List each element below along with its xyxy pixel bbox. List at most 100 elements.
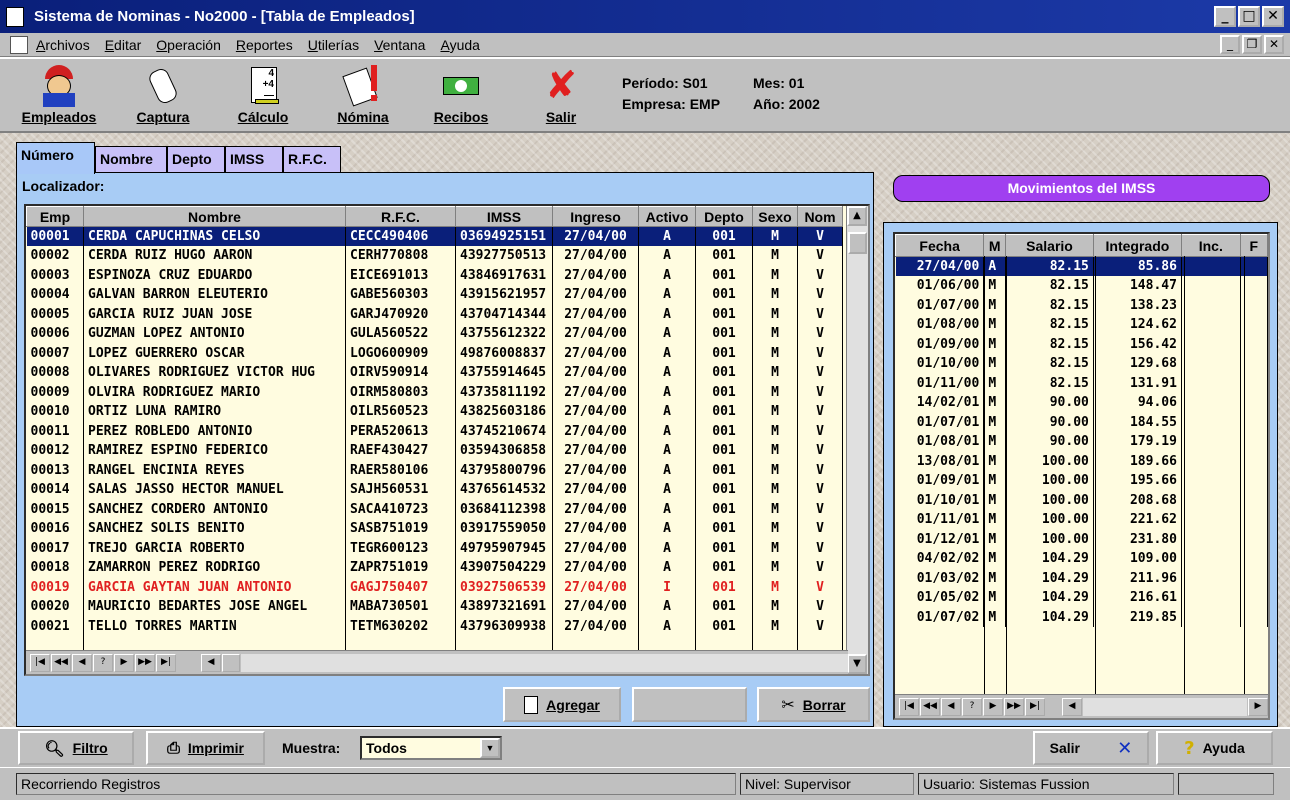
table-row[interactable]: 00012 RAMIREZ ESPINO FEDERICO RAEF430427 03… xyxy=(26,441,843,461)
imss-column-header[interactable]: Fecha xyxy=(895,234,985,257)
table-row[interactable]: 00007 LOPEZ GUERRERO OSCAR LOGO600909 49876… xyxy=(26,343,843,363)
employees-column-header[interactable]: IMSS xyxy=(455,206,553,227)
imss-row[interactable]: 01/06/00 M 82.15 148.47 xyxy=(895,276,1268,296)
document-icon[interactable] xyxy=(10,35,28,54)
imss-row[interactable]: 14/02/01 M 90.00 94.06 xyxy=(895,393,1268,413)
employees-column-header[interactable]: Emp xyxy=(26,206,84,227)
imss-nav-search-button[interactable]: ? xyxy=(962,697,982,716)
muestra-select[interactable]: Todos ▼ xyxy=(360,736,502,760)
calculo-button[interactable]: 4 +4— Cálculo xyxy=(218,63,308,131)
imss-nav-prev-button[interactable]: ◀ xyxy=(941,697,961,716)
nav-prev-page-button[interactable]: ◀◀ xyxy=(51,653,71,672)
employees-column-header[interactable]: Nombre xyxy=(83,206,346,227)
salir-toolbar-button[interactable]: ✘ Salir xyxy=(516,63,606,131)
imss-row[interactable]: 01/07/00 M 82.15 138.23 xyxy=(895,295,1268,315)
employees-column-header[interactable]: Sexo xyxy=(752,206,798,227)
hscroll-left-button[interactable]: ◀ xyxy=(201,653,221,672)
imss-row[interactable]: 01/11/01 M 100.00 221.62 xyxy=(895,510,1268,530)
app-icon[interactable] xyxy=(6,6,24,27)
nav-search-button[interactable]: ? xyxy=(93,653,113,672)
tab-nombre[interactable]: Nombre xyxy=(95,146,167,172)
table-row[interactable]: 00006 GUZMAN LOPEZ ANTONIO GULA560522 43755… xyxy=(26,324,843,344)
table-row[interactable]: 00021 TELLO TORRES MARTIN TETM630202 437963… xyxy=(26,616,843,636)
imss-row[interactable]: 04/02/02 M 104.29 109.00 xyxy=(895,549,1268,569)
table-row[interactable]: 00008 OLIVARES RODRIGUEZ VICTOR HUG OIRV59… xyxy=(26,363,843,383)
imss-row[interactable]: 27/04/00 A 82.15 85.86 xyxy=(895,256,1268,276)
imss-row[interactable]: 01/08/00 M 82.15 124.62 xyxy=(895,315,1268,335)
imss-row[interactable]: 01/12/01 M 100.00 231.80 xyxy=(895,529,1268,549)
imss-nav-last-button[interactable]: ▶| xyxy=(1025,697,1045,716)
imss-nav-first-button[interactable]: |◀ xyxy=(899,697,919,716)
captura-button[interactable]: Captura xyxy=(118,63,208,131)
imss-row[interactable]: 01/07/02 M 104.29 219.85 xyxy=(895,607,1268,627)
empleados-button[interactable]: Empleados xyxy=(14,63,104,131)
menu-ayuda[interactable]: Ayuda xyxy=(440,37,479,53)
imss-hscroll-left-button[interactable]: ◀ xyxy=(1062,697,1082,716)
menu-archivos[interactable]: Archivos xyxy=(36,37,90,53)
nav-last-button[interactable]: ▶| xyxy=(156,653,176,672)
menu-operacion[interactable]: Operación xyxy=(156,37,221,53)
imss-row[interactable]: 01/10/00 M 82.15 129.68 xyxy=(895,354,1268,374)
table-row[interactable]: 00004 GALVAN BARRON ELEUTERIO GABE560303 43… xyxy=(26,285,843,305)
mdi-restore-button[interactable]: ❐ xyxy=(1242,35,1262,54)
employees-column-header[interactable]: Nom xyxy=(797,206,843,227)
table-row[interactable]: 00001 CERDA CAPUCHINAS CELSO CECC490406 036… xyxy=(26,226,843,246)
tab-rfc[interactable]: R.F.C. xyxy=(283,146,341,172)
table-row[interactable]: 00011 PEREZ ROBLEDO ANTONIO PERA520613 4374… xyxy=(26,421,843,441)
nav-next-button[interactable]: ▶ xyxy=(114,653,134,672)
imss-row[interactable]: 01/03/02 M 104.29 211.96 xyxy=(895,568,1268,588)
imss-column-header[interactable]: Salario xyxy=(1005,234,1094,257)
scroll-thumb[interactable] xyxy=(848,232,867,254)
borrar-button[interactable]: ✂ Borrar xyxy=(757,687,870,722)
imss-row[interactable]: 01/10/01 M 100.00 208.68 xyxy=(895,490,1268,510)
chevron-down-icon[interactable]: ▼ xyxy=(480,738,500,758)
imss-column-header[interactable]: M xyxy=(983,234,1007,257)
imss-row[interactable]: 01/07/01 M 90.00 184.55 xyxy=(895,412,1268,432)
imss-nav-next-page-button[interactable]: ▶▶ xyxy=(1004,697,1024,716)
maximize-button[interactable]: □ xyxy=(1238,6,1260,27)
nomina-button[interactable]: Nómina xyxy=(318,63,408,131)
salir-button[interactable]: Salir ✕ xyxy=(1033,731,1149,765)
menu-ventana[interactable]: Ventana xyxy=(374,37,425,53)
table-row[interactable]: 00009 OLVIRA RODRIGUEZ MARIO OIRM580803 437… xyxy=(26,382,843,402)
ayuda-button[interactable]: ? Ayuda xyxy=(1156,731,1273,765)
nav-first-button[interactable]: |◀ xyxy=(30,653,50,672)
imss-hscroll-right-button[interactable]: ▶ xyxy=(1248,697,1268,716)
imss-hscroll-track[interactable] xyxy=(1083,697,1247,716)
employees-column-header[interactable]: R.F.C. xyxy=(345,206,456,227)
close-button[interactable]: ✕ xyxy=(1262,6,1284,27)
mdi-minimize-button[interactable]: _ xyxy=(1220,35,1240,54)
menu-utilerias[interactable]: Utilerías xyxy=(308,37,359,53)
mdi-close-button[interactable]: ✕ xyxy=(1264,35,1284,54)
menu-editar[interactable]: Editar xyxy=(105,37,142,53)
imss-row[interactable]: 13/08/01 M 100.00 189.66 xyxy=(895,451,1268,471)
table-row[interactable]: 00015 SANCHEZ CORDERO ANTONIO SACA410723 03… xyxy=(26,499,843,519)
table-row[interactable]: 00020 MAURICIO BEDARTES JOSE ANGEL MABA730… xyxy=(26,597,843,617)
table-row[interactable]: 00010 ORTIZ LUNA RAMIRO OILR560523 43825603… xyxy=(26,402,843,422)
table-row[interactable]: 00019 GARCIA GAYTAN JUAN ANTONIO GAGJ75040… xyxy=(26,577,843,597)
tab-imss[interactable]: IMSS xyxy=(225,146,283,172)
employees-grid[interactable]: Emp Nombre R.F.C. IMSS Ingreso Activo Depto Sex… xyxy=(24,204,870,676)
table-row[interactable]: 00016 SANCHEZ SOLIS BENITO SASB751019 03917… xyxy=(26,519,843,539)
employees-column-header[interactable]: Ingreso xyxy=(552,206,639,227)
tab-depto[interactable]: Depto xyxy=(167,146,225,172)
employees-column-header[interactable]: Depto xyxy=(695,206,753,227)
imss-row[interactable]: 01/08/01 M 90.00 179.19 xyxy=(895,432,1268,452)
imss-column-header[interactable]: Inc. xyxy=(1180,234,1241,257)
hscroll-thumb[interactable] xyxy=(222,653,240,672)
imss-nav-next-button[interactable]: ▶ xyxy=(983,697,1003,716)
menu-reportes[interactable]: Reportes xyxy=(236,37,293,53)
recibos-button[interactable]: Recibos xyxy=(416,63,506,131)
employees-vertical-scrollbar[interactable]: ▲ ▼ xyxy=(846,206,868,674)
minimize-button[interactable]: _ xyxy=(1214,6,1236,27)
imss-nav-prev-page-button[interactable]: ◀◀ xyxy=(920,697,940,716)
imss-row[interactable]: 01/09/00 M 82.15 156.42 xyxy=(895,334,1268,354)
imss-column-header[interactable]: F xyxy=(1239,234,1268,257)
agregar-button[interactable]: Agregar xyxy=(503,687,621,722)
imss-column-header[interactable]: Integrado xyxy=(1092,234,1182,257)
imss-row[interactable]: 01/11/00 M 82.15 131.91 xyxy=(895,373,1268,393)
nav-prev-button[interactable]: ◀ xyxy=(72,653,92,672)
scroll-down-button[interactable]: ▼ xyxy=(847,654,867,674)
hscroll-track[interactable] xyxy=(241,653,848,672)
scroll-up-button[interactable]: ▲ xyxy=(847,206,867,226)
